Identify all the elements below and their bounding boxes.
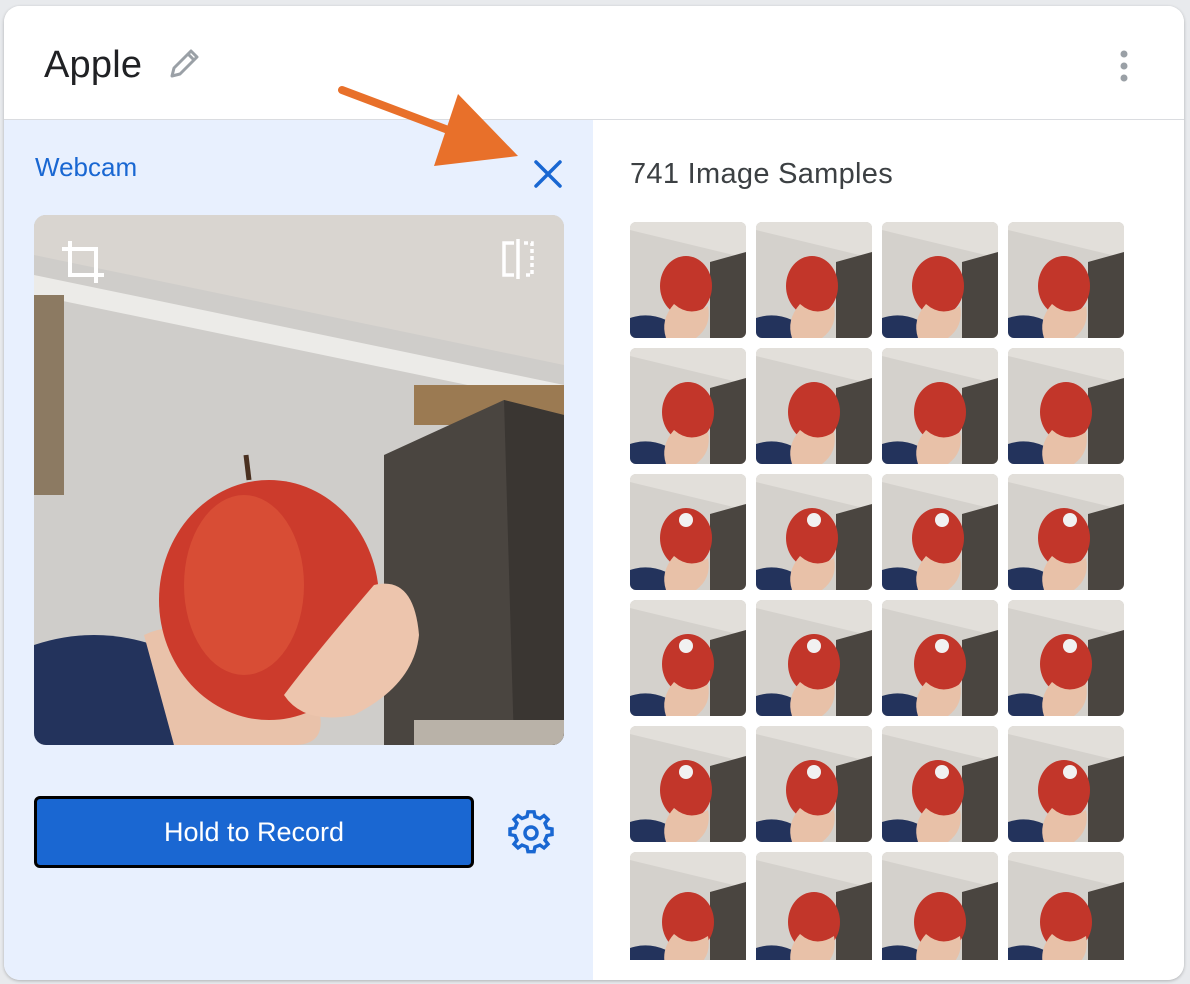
sample-thumbnail[interactable]: [1008, 474, 1124, 590]
class-name-title[interactable]: Apple: [44, 44, 142, 87]
crop-icon[interactable]: [58, 237, 108, 287]
sample-thumbnail[interactable]: [882, 474, 998, 590]
sample-thumbnail[interactable]: [882, 348, 998, 464]
sample-thumbnail[interactable]: [756, 222, 872, 338]
webcam-label: Webcam: [35, 152, 138, 182]
sample-thumbnail[interactable]: [1008, 726, 1124, 842]
sample-thumbnail[interactable]: [756, 852, 872, 960]
sample-thumbnail[interactable]: [630, 348, 746, 464]
sample-thumbnail[interactable]: [630, 222, 746, 338]
gear-icon[interactable]: [508, 810, 554, 856]
flip-icon[interactable]: [496, 237, 540, 281]
webcam-preview: [34, 215, 564, 745]
sample-thumbnail[interactable]: [882, 852, 998, 960]
sample-thumbnail[interactable]: [882, 222, 998, 338]
sample-thumbnail[interactable]: [1008, 852, 1124, 960]
sample-thumbnail[interactable]: [1008, 348, 1124, 464]
sample-thumbnail[interactable]: [1008, 222, 1124, 338]
sample-thumbnail[interactable]: [630, 600, 746, 716]
samples-panel: 741 Image Samples: [593, 120, 1184, 980]
sample-thumbnail[interactable]: [756, 600, 872, 716]
webcam-panel: Webcam Hold to Record: [4, 120, 593, 980]
samples-grid: [630, 222, 1130, 960]
sample-thumbnail[interactable]: [1008, 600, 1124, 716]
sample-card: Apple Webcam Hold to Record 741 Image Sa…: [4, 6, 1184, 980]
sample-thumbnail[interactable]: [756, 474, 872, 590]
more-vert-icon[interactable]: [1112, 46, 1136, 86]
sample-thumbnail[interactable]: [630, 852, 746, 960]
sample-thumbnail[interactable]: [630, 474, 746, 590]
close-icon[interactable]: [528, 154, 568, 194]
samples-count-title: 741 Image Samples: [630, 158, 894, 190]
hold-to-record-button[interactable]: Hold to Record: [34, 796, 474, 868]
sample-thumbnail[interactable]: [882, 600, 998, 716]
sample-thumbnail[interactable]: [756, 348, 872, 464]
sample-thumbnail[interactable]: [882, 726, 998, 842]
sample-thumbnail[interactable]: [630, 726, 746, 842]
pencil-icon[interactable]: [164, 44, 204, 84]
card-header: Apple: [4, 6, 1184, 120]
sample-thumbnail[interactable]: [756, 726, 872, 842]
